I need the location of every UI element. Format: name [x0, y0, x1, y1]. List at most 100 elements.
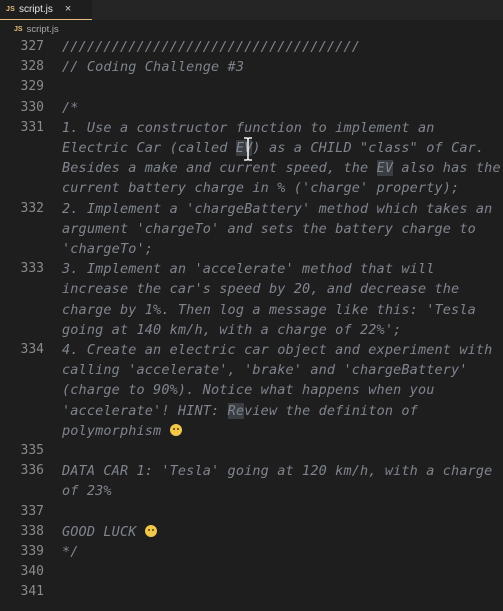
code-line: 333 3. Implement an 'accelerate' method t… [0, 259, 503, 279]
code-segment: polymorphism [62, 422, 170, 439]
code-line: current battery charge in % ('charge' pr… [0, 178, 503, 198]
line-number: 331 [20, 119, 44, 135]
code-text: 2. Implement a 'chargeBattery' method wh… [62, 199, 492, 219]
line-number: 328 [20, 59, 44, 75]
selection-highlight: Re [227, 402, 245, 419]
code-segment: /* [62, 99, 79, 116]
code-line: argument 'chargeTo' and sets the battery… [0, 219, 503, 239]
line-number: 339 [20, 544, 44, 559]
code-line: 336 DATA CAR 1: 'Tesla' going at 120 km/h… [0, 461, 503, 481]
code-segment: 3. Implement an 'accelerate' method that… [62, 261, 435, 278]
line-number: 340 [20, 564, 44, 580]
code-text: Besides a make and current speed, the EV… [62, 158, 501, 178]
code-segment: calling 'accelerate', 'brake' and 'charg… [62, 362, 468, 379]
code-text: GOOD LUCK [62, 522, 157, 542]
wink-emoji-icon [144, 524, 157, 537]
code-line: charge by 1%. Then log a message like th… [0, 300, 503, 320]
code-line: polymorphism [0, 421, 503, 441]
code-segment: Besides a make and current speed, the [62, 160, 377, 177]
code-text: //////////////////////////////////// [62, 37, 360, 57]
code-text: 4. Create an electric car object and exp… [62, 340, 492, 360]
code-line: 340 [0, 562, 503, 582]
code-line: (charge to 90%). Notice what happens whe… [0, 380, 503, 400]
code-text: calling 'accelerate', 'brake' and 'charg… [62, 360, 468, 380]
code-segment: 1. Use a constructor function to impleme… [62, 119, 435, 136]
line-number: 327 [20, 39, 44, 54]
code-text: (charge to 90%). Notice what happens whe… [62, 380, 435, 400]
code-segment: argument 'chargeTo' and sets the battery… [62, 220, 476, 237]
line-number: 338 [20, 523, 44, 539]
code-segment: */ [62, 544, 79, 560]
code-segment: 4. Create an electric car object and exp… [62, 342, 493, 358]
code-line: 331 1. Use a constructor function to impl… [0, 118, 503, 138]
code-line: 341 [0, 582, 503, 602]
code-segment: view the definiton of [244, 402, 418, 419]
code-text: going at 140 km/h, with a charge of 22%'… [62, 320, 401, 340]
code-segment: also has the [393, 160, 501, 177]
code-line: 335 [0, 441, 503, 461]
code-line: 330 /* [0, 98, 503, 118]
code-line: 334 4. Create an electric car object and … [0, 340, 503, 360]
code-segment: DATA CAR 1: 'Tesla' going at 120 km/h, w… [62, 463, 493, 480]
code-text: DATA CAR 1: 'Tesla' going at 120 km/h, w… [62, 461, 492, 481]
wink-emoji-icon [169, 423, 182, 436]
line-number: 337 [20, 503, 44, 519]
code-line: increase the car's speed by 20, and decr… [0, 279, 503, 299]
javascript-file-icon: JS [14, 25, 23, 33]
line-number: 333 [20, 261, 44, 277]
code-line: 339 */ [0, 542, 503, 562]
line-number: 341 [20, 584, 44, 600]
javascript-file-icon: JS [6, 6, 15, 13]
code-line: 328 // Coding Challenge #3 [0, 57, 503, 77]
code-line: 337 [0, 502, 503, 522]
code-segment: 2. Implement a 'chargeBattery' method wh… [62, 200, 493, 217]
code-text: argument 'chargeTo' and sets the battery… [62, 219, 476, 239]
code-text: // Coding Challenge #3 [62, 57, 244, 77]
code-segment: charge by 1%. Then log a message like th… [62, 301, 476, 318]
code-text: increase the car's speed by 20, and decr… [62, 279, 459, 299]
breadcrumb: JS script.js [0, 20, 503, 38]
code-text: */ [62, 542, 79, 562]
code-line: 338 GOOD LUCK [0, 522, 503, 542]
code-segment: GOOD LUCK [62, 523, 145, 540]
code-segment: // Coding Challenge #3 [62, 59, 245, 76]
code-editor[interactable]: 327////////////////////////////////////3… [0, 37, 503, 611]
code-segment: 'chargeTo'; [62, 241, 154, 257]
tab-label: script.js [18, 4, 53, 15]
code-segment: going at 140 km/h, with a charge of 22%'… [62, 321, 402, 338]
text-cursor-icon [244, 137, 252, 161]
code-text: 'chargeTo'; [62, 239, 153, 259]
code-segment: 'accelerate'! HINT: [62, 402, 228, 419]
code-line: 327 //////////////////////////////////// [0, 37, 503, 57]
code-line: 'accelerate'! HINT: Review the definiton… [0, 401, 503, 421]
code-segment: increase the car's speed by 20, and decr… [62, 281, 460, 298]
breadcrumb-file[interactable]: script.js [27, 24, 59, 35]
tab-script-js[interactable]: JS script.js × [0, 0, 92, 20]
code-segment: current battery charge in % ('charge' pr… [62, 180, 460, 197]
code-text: 1. Use a constructor function to impleme… [62, 118, 435, 138]
code-text: polymorphism [62, 421, 182, 441]
code-line: of 23% [0, 481, 503, 501]
line-number: 330 [20, 99, 44, 115]
code-segment: (charge to 90%). Notice what happens whe… [62, 382, 435, 399]
code-text: current battery charge in % ('charge' pr… [62, 178, 459, 198]
code-text: Electric Car (called EV) as a CHILD "cla… [62, 138, 484, 158]
code-text: of 23% [62, 481, 112, 501]
selection-highlight: EV [376, 160, 394, 177]
line-number: 335 [20, 443, 44, 458]
code-segment: //////////////////////////////////// [62, 39, 360, 55]
code-line: going at 140 km/h, with a charge of 22%'… [0, 320, 503, 340]
code-line: calling 'accelerate', 'brake' and 'charg… [0, 360, 503, 380]
code-segment: ) as a CHILD "class" of Car. [252, 140, 485, 156]
code-line: 329 [0, 77, 503, 97]
code-line: 'chargeTo'; [0, 239, 503, 259]
code-line: 332 2. Implement a 'chargeBattery' method… [0, 199, 503, 219]
line-number: 329 [20, 79, 44, 95]
line-number: 334 [20, 342, 44, 357]
close-icon[interactable]: × [65, 4, 71, 15]
line-number: 336 [20, 463, 44, 479]
line-number: 332 [20, 200, 44, 216]
code-text: /* [62, 98, 79, 118]
code-segment: of 23% [62, 483, 112, 500]
code-text: 'accelerate'! HINT: Review the definiton… [62, 401, 418, 421]
